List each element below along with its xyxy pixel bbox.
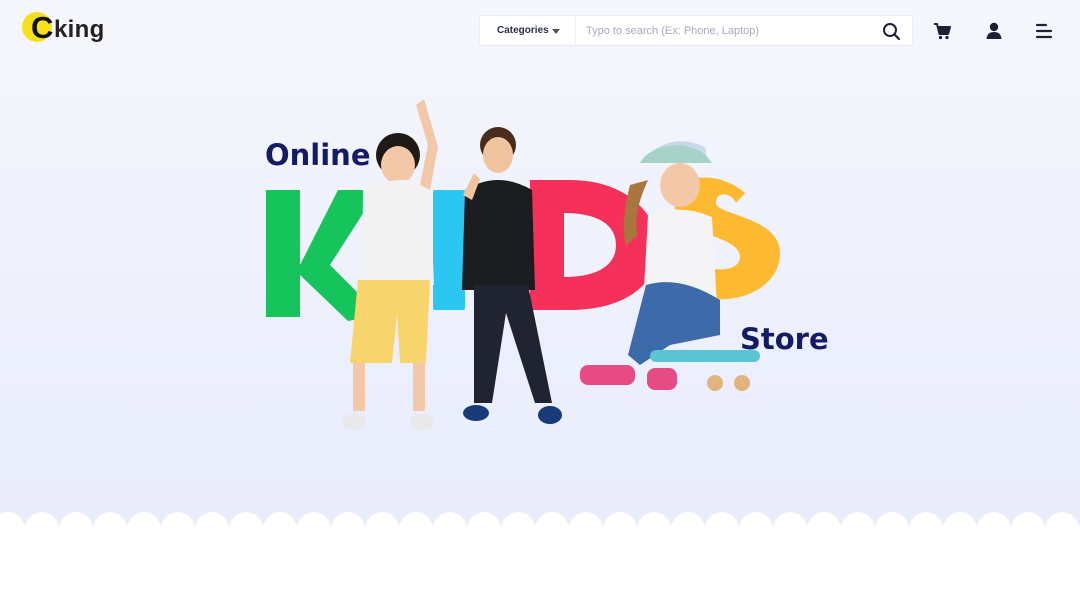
menu-icon [1035, 23, 1053, 39]
hero-letter-i [433, 190, 465, 310]
cart-button[interactable] [931, 20, 953, 42]
cart-icon [934, 23, 951, 40]
hero-online-text: Online [265, 138, 371, 172]
categories-dropdown[interactable]: Categories [480, 16, 576, 45]
search-bar: Categories [479, 15, 913, 46]
scalloped-divider [0, 512, 1080, 608]
hero-letter-d [530, 180, 660, 310]
chevron-down-icon [552, 29, 560, 34]
account-button[interactable] [983, 20, 1005, 42]
search-icon [883, 23, 901, 41]
logo-letter: C [31, 10, 54, 45]
header: C king Categories [0, 0, 1080, 62]
hero-store-text: Store [740, 322, 829, 356]
search-input[interactable] [586, 20, 866, 41]
search-button[interactable] [880, 20, 902, 42]
user-icon [986, 22, 1002, 39]
categories-label: Categories [497, 25, 549, 36]
logo[interactable]: C king [22, 10, 122, 46]
logo-text: king [54, 16, 105, 43]
hero-banner: Online Store [265, 99, 829, 430]
menu-button[interactable] [1033, 20, 1055, 42]
